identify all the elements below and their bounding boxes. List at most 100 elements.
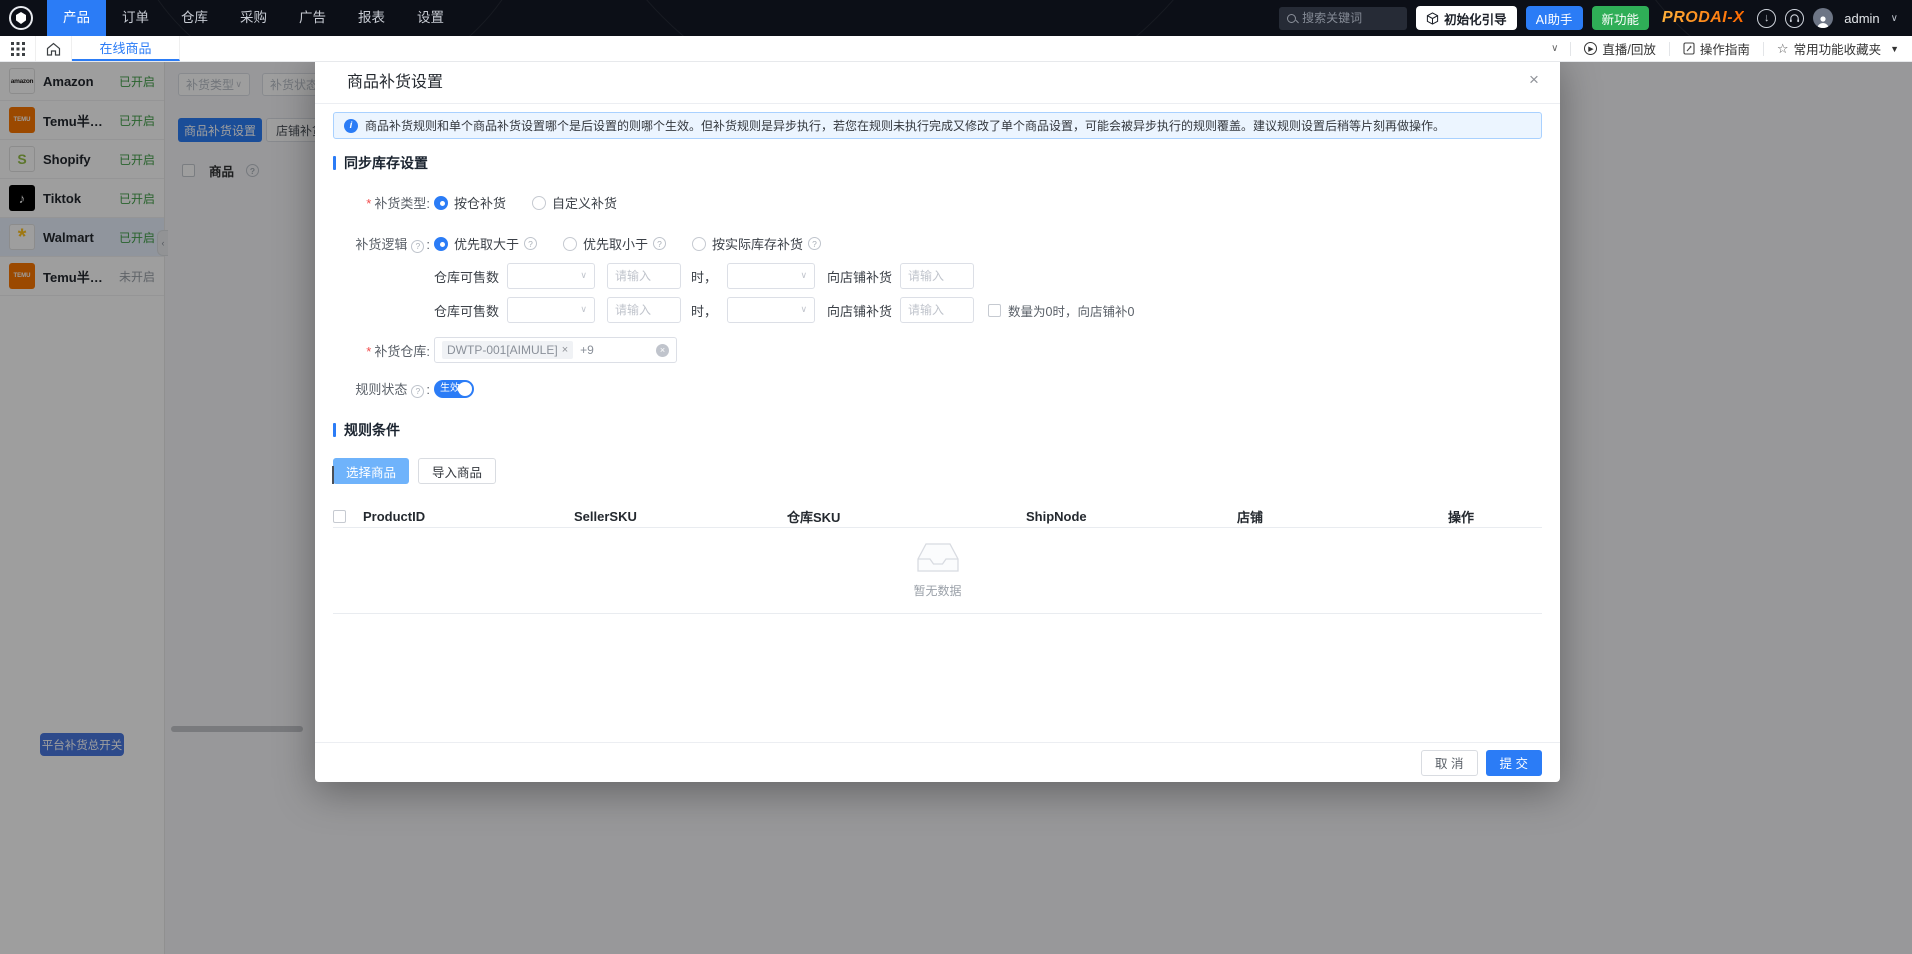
replenish-warehouse-label: * 补货仓库:: [333, 341, 430, 360]
top-navbar: 产品 订单 仓库 采购 广告 报表 设置 初始化引导 AI助手 新功能 PROD…: [0, 0, 1912, 36]
radio-icon[interactable]: [692, 236, 707, 251]
section-accent-bar: [333, 423, 336, 437]
toggle-on-label: 生效: [440, 382, 460, 394]
required-mark: *: [366, 343, 372, 359]
warehouse-tag: DWTP-001[AIMULE] ×: [442, 341, 574, 359]
label-text: 规则状态: [355, 382, 408, 397]
zero-qty-checkbox-row[interactable]: 数量为0时，向店铺补0: [988, 301, 1134, 320]
operation-guide-link[interactable]: 操作指南: [1670, 39, 1763, 58]
to-shop-label: 向店铺补货: [827, 269, 893, 285]
radio-prefer-smaller[interactable]: 优先取小于?: [563, 234, 667, 253]
qty-threshold-input-2[interactable]: [607, 297, 682, 323]
help-icon[interactable]: ?: [808, 237, 822, 250]
download-icon[interactable]: ↓: [1757, 8, 1777, 28]
tab-online-products[interactable]: 在线商品: [72, 36, 180, 61]
menu-item-orders[interactable]: 订单: [106, 0, 165, 36]
info-alert: i 商品补货规则和单个商品补货设置哪个是后设置的则哪个生效。但补货规则是异步执行…: [333, 112, 1542, 139]
favorites-label: 常用功能收藏夹: [1793, 43, 1882, 57]
home-button[interactable]: [36, 36, 72, 61]
replenish-type-label: * 补货类型:: [333, 193, 430, 212]
tabbar-quick-links: ∨ ▶ 直播/回放 操作指南 ☆ 常用功能收藏夹 ▼: [1539, 36, 1912, 61]
chevron-down-icon: ∨: [580, 304, 588, 314]
menu-item-settings[interactable]: 设置: [401, 0, 460, 36]
init-guide-button[interactable]: 初始化引导: [1416, 6, 1517, 30]
more-tags-count: +9: [580, 343, 594, 357]
username[interactable]: admin: [1844, 11, 1879, 26]
menu-item-reports[interactable]: 报表: [342, 0, 401, 36]
global-search[interactable]: [1279, 6, 1408, 30]
tab-label: 在线商品: [99, 41, 152, 56]
zero-qty-checkbox[interactable]: [988, 303, 1002, 317]
compare-operator-select-1[interactable]: ∨: [507, 263, 596, 289]
compare-operator-select-2[interactable]: ∨: [507, 297, 596, 323]
submit-button[interactable]: 提 交: [1485, 749, 1542, 776]
shop-replenish-qty-input-1[interactable]: [900, 263, 975, 289]
help-icon[interactable]: ?: [653, 237, 667, 250]
replenish-warehouse-row: * 补货仓库: DWTP-001[AIMULE] × +9 ×: [333, 337, 1542, 363]
help-icon[interactable]: ?: [411, 384, 425, 398]
new-feature-button[interactable]: 新功能: [1591, 6, 1650, 30]
cancel-button[interactable]: 取 消: [1421, 749, 1478, 776]
radio-label: 优先取大于: [454, 237, 520, 252]
menu-item-ads[interactable]: 广告: [283, 0, 342, 36]
menu-item-products[interactable]: 产品: [47, 0, 106, 36]
radio-custom[interactable]: 自定义补货: [532, 193, 617, 212]
dialog-footer: 取 消 提 交: [315, 742, 1560, 782]
label-text: 补货仓库: [374, 343, 427, 359]
label-text: 补货类型: [374, 196, 427, 211]
warehouse-multiselect[interactable]: DWTP-001[AIMULE] × +9 ×: [434, 337, 677, 363]
live-replay-label: 直播/回放: [1602, 43, 1656, 57]
logo-shield-icon: [16, 12, 26, 24]
search-input[interactable]: [1302, 11, 1393, 25]
table-header-row: ProductID SellerSKU 仓库SKU ShipNode 店铺 操作: [333, 506, 1542, 528]
stock-condition-row-2: 仓库可售数 ∨ 时， ∨ 向店铺补货 数量为0时，向店铺补0: [333, 297, 1542, 323]
init-guide-label: 初始化引导: [1444, 12, 1507, 27]
help-icon[interactable]: ?: [524, 237, 538, 250]
chevron-down-icon: ∨: [800, 270, 808, 280]
live-replay-link[interactable]: ▶ 直播/回放: [1571, 39, 1668, 58]
headset-support-icon[interactable]: [1785, 8, 1805, 28]
remove-tag-icon[interactable]: ×: [562, 344, 568, 356]
import-product-button[interactable]: 导入商品: [418, 458, 497, 484]
shop-replenish-qty-input-2[interactable]: [900, 297, 975, 323]
close-icon[interactable]: ×: [1524, 70, 1544, 90]
operation-guide-label: 操作指南: [1699, 43, 1750, 57]
ai-assistant-button[interactable]: AI助手: [1525, 6, 1583, 30]
favorites-link[interactable]: ☆ 常用功能收藏夹 ▼: [1764, 39, 1912, 58]
rule-status-toggle[interactable]: 生效: [434, 379, 474, 398]
rule-status-row: 规则状态?: 生效: [333, 379, 1542, 398]
qty-threshold-input-1[interactable]: [607, 263, 682, 289]
menu-item-purchase[interactable]: 采购: [224, 0, 283, 36]
menu-item-warehouse[interactable]: 仓库: [165, 0, 224, 36]
radio-by-actual-stock[interactable]: 按实际库存补货?: [692, 234, 822, 253]
empty-state-text: 暂无数据: [913, 584, 962, 598]
app-logo-icon[interactable]: [9, 6, 33, 30]
table-select-all-checkbox[interactable]: [333, 510, 346, 523]
radio-selected-icon[interactable]: [434, 236, 448, 251]
to-shop-label: 向店铺补货: [827, 303, 893, 319]
warehouse-tag-text: DWTP-001[AIMULE]: [447, 343, 558, 357]
select-product-button[interactable]: 选择商品: [333, 458, 410, 484]
radio-by-warehouse[interactable]: 按仓补货: [434, 193, 506, 212]
apps-grid-button[interactable]: [0, 36, 36, 61]
person-icon: [1817, 16, 1829, 28]
table-empty-state: 暂无数据: [333, 528, 1542, 614]
radio-prefer-greater[interactable]: 优先取大于?: [434, 234, 538, 253]
radio-icon[interactable]: [532, 195, 547, 210]
action-select-1[interactable]: ∨: [727, 263, 816, 289]
action-select-2[interactable]: ∨: [727, 297, 816, 323]
home-icon: [46, 42, 61, 56]
alert-text: 商品补货规则和单个商品补货设置哪个是后设置的则哪个生效。但补货规则是异步执行，若…: [365, 119, 1446, 133]
radio-label: 按仓补货: [454, 196, 507, 211]
radio-icon[interactable]: [563, 236, 578, 251]
clear-all-icon[interactable]: ×: [656, 343, 669, 357]
help-icon[interactable]: ?: [411, 239, 425, 253]
collapse-chevron-icon[interactable]: ∨: [1539, 43, 1570, 54]
radio-selected-icon[interactable]: [434, 195, 448, 210]
user-menu-chevron-icon[interactable]: ∨: [1891, 13, 1898, 24]
dialog-title: 商品补货设置: [347, 73, 444, 91]
text-caret: [332, 466, 334, 484]
column-header-shipnode: ShipNode: [1026, 509, 1087, 524]
column-header-sellersku: SellerSKU: [574, 509, 637, 524]
user-avatar[interactable]: [1813, 8, 1834, 28]
